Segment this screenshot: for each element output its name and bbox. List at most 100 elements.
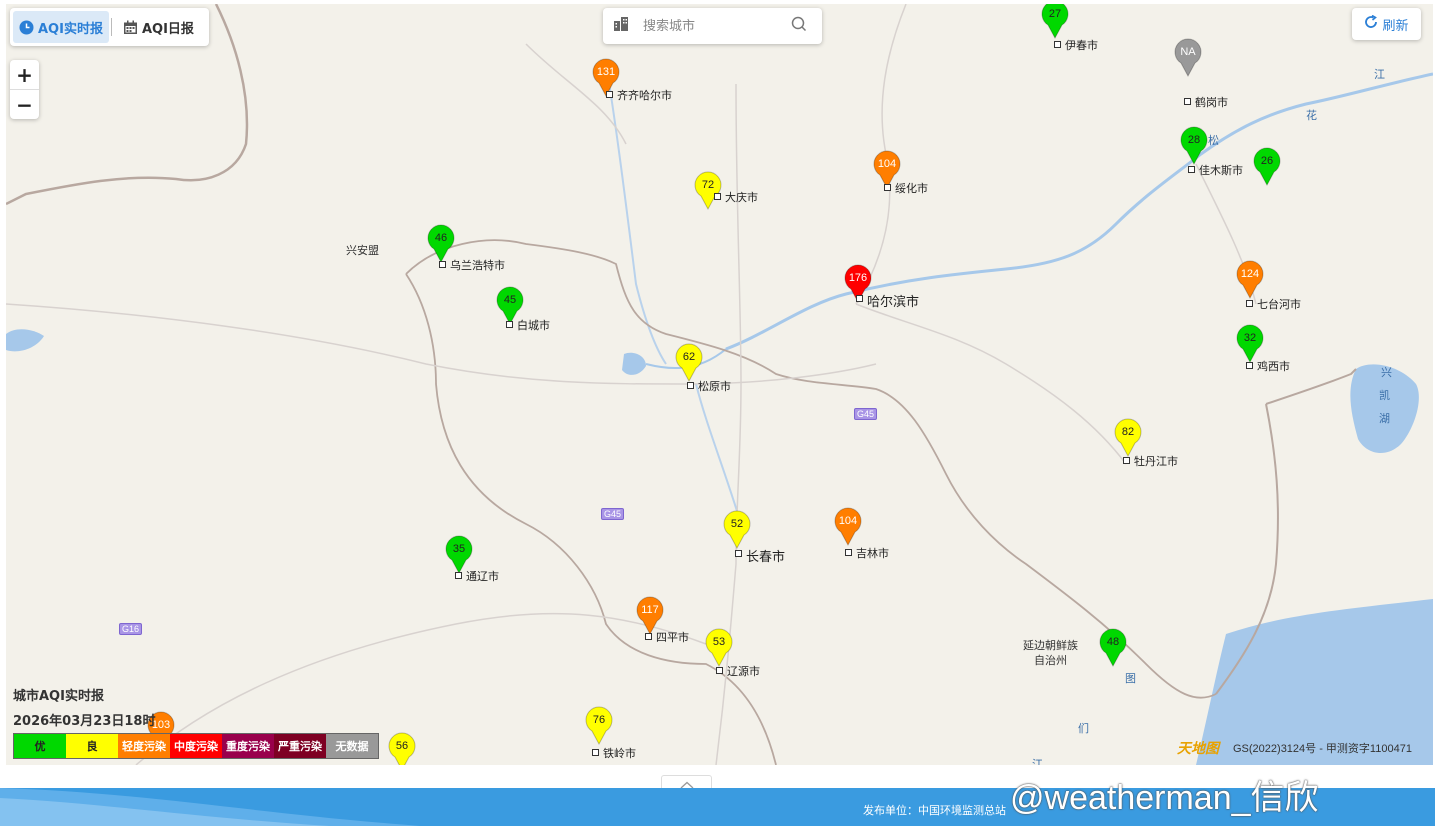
aqi-marker[interactable]: 62: [674, 343, 704, 383]
city-label[interactable]: 通辽市: [466, 568, 499, 584]
map-pin-icon: [675, 343, 703, 383]
aqi-value: 46: [434, 232, 448, 244]
city-label[interactable]: 四平市: [656, 629, 689, 645]
tab-divider: [110, 18, 112, 36]
aqi-value: 62: [682, 351, 696, 363]
aqi-marker[interactable]: 56: [387, 732, 417, 765]
search-input[interactable]: [641, 17, 785, 35]
city-label[interactable]: 大庆市: [725, 189, 758, 205]
legend-title: 城市AQI实时报: [13, 689, 104, 704]
aqi-value: 56: [395, 740, 409, 752]
aqi-marker[interactable]: 104: [833, 507, 863, 547]
tab-label: AQI日报: [141, 21, 194, 37]
region-label-yanbian-2: 自治州: [1034, 655, 1067, 667]
river-label: 图: [1125, 673, 1136, 685]
city-label[interactable]: 白城市: [517, 317, 550, 333]
aqi-marker[interactable]: 124: [1235, 260, 1265, 300]
tab-label: AQI实时报: [38, 21, 103, 37]
city-label[interactable]: 长春市: [746, 546, 785, 565]
city-dot: [645, 633, 652, 640]
aqi-marker[interactable]: 26: [1252, 147, 1282, 187]
map-pin-icon: [1236, 260, 1264, 300]
legend-timestamp: 2026年03月23日18时: [13, 714, 156, 729]
river-label: 江: [1374, 69, 1385, 81]
zoom-out-button[interactable]: −: [10, 90, 39, 119]
river-label: 花: [1306, 110, 1317, 122]
aqi-value: 76: [592, 714, 606, 726]
city-dot: [1054, 41, 1061, 48]
aqi-marker[interactable]: 72: [693, 171, 723, 211]
aqi-marker[interactable]: 52: [722, 510, 752, 550]
lake-label: 湖: [1379, 413, 1390, 425]
city-dot: [506, 321, 513, 328]
map-pin-icon: [834, 507, 862, 547]
city-label[interactable]: 松原市: [698, 378, 731, 394]
city-label[interactable]: 哈尔滨市: [867, 291, 919, 310]
region-label-xinganmeng: 兴安盟: [346, 245, 379, 257]
tab-aqi-realtime[interactable]: AQI实时报: [13, 11, 109, 43]
map-pin-icon: [1180, 126, 1208, 166]
city-dot: [606, 91, 613, 98]
city-label[interactable]: 佳木斯市: [1199, 162, 1243, 178]
aqi-value: 53: [712, 636, 726, 648]
aqi-marker[interactable]: 27: [1040, 4, 1070, 40]
lake-label: 凯: [1379, 390, 1390, 402]
city-dot: [856, 295, 863, 302]
city-dot: [884, 184, 891, 191]
lake-label: 兴: [1381, 367, 1392, 379]
aqi-marker[interactable]: NA: [1173, 38, 1203, 78]
aqi-value: 26: [1260, 155, 1274, 167]
clock-icon: [19, 20, 34, 35]
city-label[interactable]: 牡丹江市: [1134, 453, 1178, 469]
city-dot: [716, 667, 723, 674]
map-pin-icon: [694, 171, 722, 211]
refresh-label: 刷新: [1382, 18, 1409, 34]
aqi-marker[interactable]: 28: [1179, 126, 1209, 166]
legend-item-severe: 严重污染: [274, 734, 326, 758]
aqi-value: 48: [1106, 636, 1120, 648]
map-pin-icon: [1174, 38, 1202, 78]
city-label[interactable]: 伊春市: [1065, 37, 1098, 53]
aqi-value: 27: [1048, 8, 1062, 20]
city-label[interactable]: 鹤岗市: [1195, 94, 1228, 110]
aqi-value: 124: [1240, 268, 1260, 280]
city-dot: [1246, 362, 1253, 369]
map-pin-icon: [705, 628, 733, 668]
legend-item-heavy: 重度污染: [222, 734, 274, 758]
city-label[interactable]: 吉林市: [856, 545, 889, 561]
aqi-marker[interactable]: 53: [704, 628, 734, 668]
calendar-icon: [123, 20, 138, 35]
map-view[interactable]: G45 G45 G16 兴安盟 延边朝鲜族 自治州 兴 凯 湖 江 花 松 图 …: [6, 4, 1433, 765]
legend-item-moderate: 良: [66, 734, 118, 758]
city-dot: [735, 550, 742, 557]
aqi-value: 35: [452, 543, 466, 555]
search-icon[interactable]: [791, 16, 807, 36]
aqi-value: 28: [1187, 134, 1201, 146]
aqi-marker[interactable]: 48: [1098, 628, 1128, 668]
city-label[interactable]: 七台河市: [1257, 296, 1301, 312]
city-label[interactable]: 辽源市: [727, 663, 760, 679]
city-label[interactable]: 齐齐哈尔市: [617, 87, 672, 103]
region-label-yanbian: 延边朝鲜族: [1023, 640, 1078, 652]
city-search-box: [603, 8, 822, 44]
aqi-marker[interactable]: 82: [1113, 418, 1143, 458]
river-label: 松: [1208, 135, 1219, 147]
city-label[interactable]: 鸡西市: [1257, 358, 1290, 374]
refresh-button[interactable]: 刷新: [1352, 8, 1421, 40]
city-dot: [1246, 300, 1253, 307]
aqi-value: 104: [877, 158, 897, 170]
map-pin-icon: [1114, 418, 1142, 458]
city-dot: [455, 572, 462, 579]
aqi-marker[interactable]: 76: [584, 706, 614, 746]
city-label[interactable]: 铁岭市: [603, 745, 636, 761]
city-dot: [1184, 98, 1191, 105]
map-pin-icon: [1253, 147, 1281, 187]
city-label[interactable]: 乌兰浩特市: [450, 257, 505, 273]
city-label[interactable]: 绥化市: [895, 180, 928, 196]
map-pin-icon: [723, 510, 751, 550]
map-approval-number: GS(2022)3124号 - 甲测资字1100471: [1233, 743, 1412, 755]
tab-aqi-daily[interactable]: AQI日报: [117, 11, 200, 43]
aqi-value: NA: [1180, 46, 1196, 58]
zoom-in-button[interactable]: +: [10, 60, 39, 90]
city-dot: [439, 261, 446, 268]
